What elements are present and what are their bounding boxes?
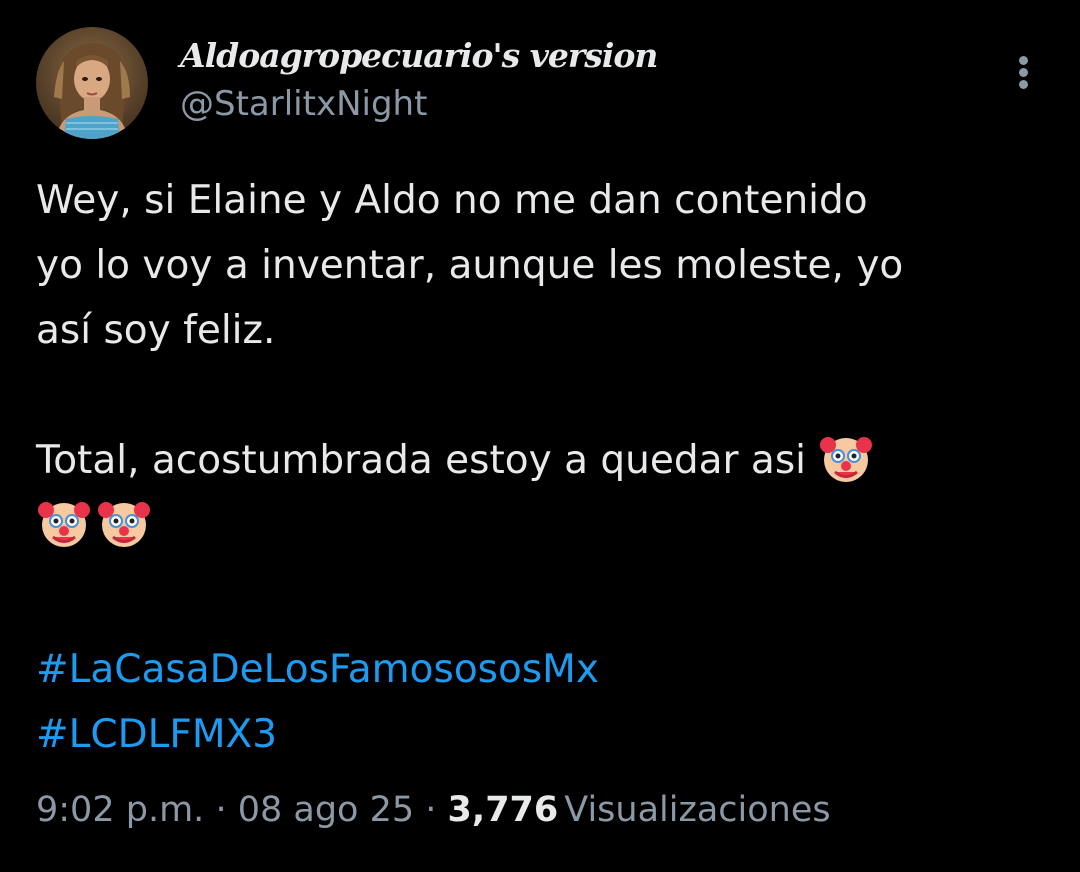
user-handle[interactable]: @StarlitxNight <box>180 84 427 124</box>
tweet-date[interactable]: 08 ago 25 <box>238 790 414 830</box>
paragraph-break <box>36 363 1056 428</box>
tweet: Aldoagropecuario's version @StarlitxNigh… <box>0 0 1080 872</box>
emoji-line <box>36 493 1056 558</box>
tweet-time[interactable]: 9:02 p.m. <box>36 790 204 830</box>
clown-face-icon <box>96 496 152 552</box>
avatar[interactable] <box>36 27 148 139</box>
hashtag-link[interactable]: #LaCasaDeLosFamosososMx <box>36 637 599 702</box>
tweet-line: yo lo voy a inventar, aunque les moleste… <box>36 243 904 288</box>
more-vertical-icon-dot <box>1019 80 1028 89</box>
tweet-line: Total, acostumbrada estoy a quedar asi <box>36 438 806 483</box>
more-vertical-icon <box>1019 56 1028 65</box>
tweet-line-with-emoji: Total, acostumbrada estoy a quedar asi <box>36 428 1056 493</box>
clown-face-icon <box>818 431 874 487</box>
meta-separator: · <box>425 790 437 830</box>
hashtag-link[interactable]: #LCDLFMX3 <box>36 702 599 767</box>
more-vertical-icon-dot <box>1019 68 1028 77</box>
tweet-line: así soy feliz. <box>36 308 276 353</box>
avatar-image <box>36 27 148 139</box>
views-count[interactable]: 3,776 <box>448 790 559 830</box>
tweet-line: Wey, si Elaine y Aldo no me dan contenid… <box>36 178 868 223</box>
hashtag-list: #LaCasaDeLosFamosososMx #LCDLFMX3 <box>36 637 599 767</box>
tweet-metadata: 9:02 p.m. · 08 ago 25 · 3,776 Visualizaci… <box>36 790 831 830</box>
clown-face-icon <box>36 496 92 552</box>
tweet-text: Wey, si Elaine y Aldo no me dan contenid… <box>36 168 1056 558</box>
meta-separator: · <box>215 790 227 830</box>
more-options-button[interactable] <box>1002 48 1046 96</box>
display-name[interactable]: Aldoagropecuario's version <box>180 36 658 75</box>
views-label[interactable]: Visualizaciones <box>564 790 830 830</box>
